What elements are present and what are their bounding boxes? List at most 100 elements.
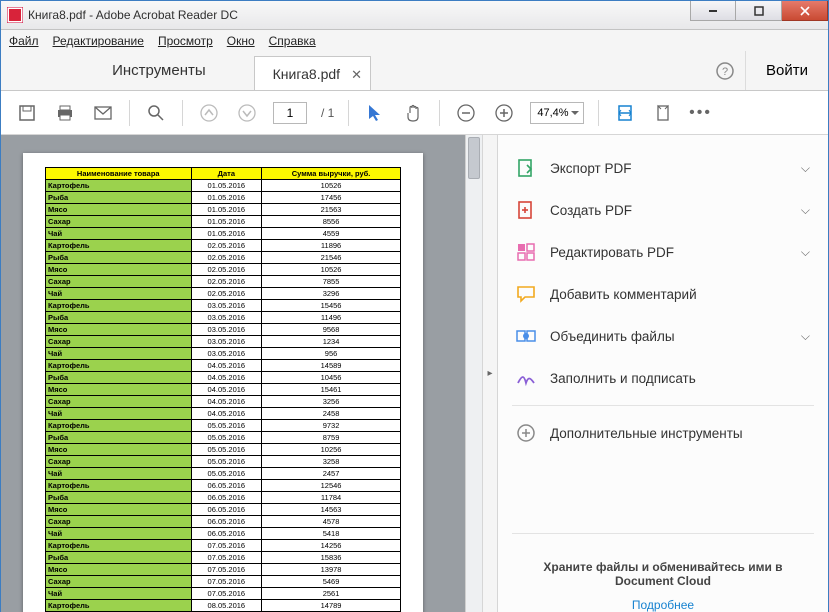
window-title: Книга8.pdf - Adobe Acrobat Reader DC: [28, 8, 238, 22]
table-row: Мясо03.05.20169568: [46, 324, 401, 336]
vertical-scrollbar[interactable]: [465, 135, 482, 612]
create-pdf-icon: [516, 200, 536, 220]
table-row: Чай07.05.20162561: [46, 588, 401, 600]
hand-icon: [404, 104, 422, 122]
comment-icon: [516, 284, 536, 304]
fit-width-icon: [616, 104, 634, 122]
print-button[interactable]: [53, 101, 77, 125]
document-area[interactable]: Наименование товара Дата Сумма выручки, …: [1, 135, 482, 612]
ellipsis-icon: •••: [689, 104, 712, 122]
table-row: Картофель04.05.201614589: [46, 360, 401, 372]
table-row: Картофель06.05.201612546: [46, 480, 401, 492]
data-table: Наименование товара Дата Сумма выручки, …: [45, 167, 401, 612]
table-row: Картофель02.05.201611896: [46, 240, 401, 252]
menu-window[interactable]: Окно: [227, 34, 255, 48]
tab-tools[interactable]: Инструменты: [94, 51, 224, 90]
cloud-promo: Храните файлы и обменивайтесь ими в Docu…: [498, 540, 828, 612]
table-row: Чай06.05.20165418: [46, 528, 401, 540]
help-button[interactable]: ?: [705, 51, 745, 90]
tool-more[interactable]: Дополнительные инструменты: [498, 412, 828, 454]
table-row: Мясо06.05.201614563: [46, 504, 401, 516]
chevron-down-icon: ⌵: [801, 203, 810, 218]
table-row: Сахар06.05.20164578: [46, 516, 401, 528]
table-row: Мясо01.05.201621563: [46, 204, 401, 216]
plus-circle-icon: [495, 104, 513, 122]
table-row: Чай03.05.2016956: [46, 348, 401, 360]
email-button[interactable]: [91, 101, 115, 125]
arrow-down-icon: [238, 104, 256, 122]
pdf-page: Наименование товара Дата Сумма выручки, …: [23, 153, 423, 612]
menu-bar: Файл Редактирование Просмотр Окно Справк…: [1, 30, 828, 51]
sign-in-button[interactable]: Войти: [745, 51, 828, 90]
chevron-down-icon: ⌵: [801, 245, 810, 260]
prev-page-button[interactable]: [197, 101, 221, 125]
table-row: Картофель08.05.201614789: [46, 600, 401, 612]
table-row: Сахар07.05.20165469: [46, 576, 401, 588]
table-row: Рыба04.05.201610456: [46, 372, 401, 384]
tool-create-pdf[interactable]: Создать PDF ⌵: [498, 189, 828, 231]
menu-edit[interactable]: Редактирование: [53, 34, 144, 48]
save-button[interactable]: [15, 101, 39, 125]
tool-combine-files[interactable]: Объединить файлы ⌵: [498, 315, 828, 357]
next-page-button[interactable]: [235, 101, 259, 125]
plus-circle-icon: [516, 423, 536, 443]
tool-add-comment[interactable]: Добавить комментарий: [498, 273, 828, 315]
minus-circle-icon: [457, 104, 475, 122]
zoom-out-button[interactable]: [454, 101, 478, 125]
table-row: Рыба05.05.20168759: [46, 432, 401, 444]
tab-close-icon[interactable]: ✕: [351, 67, 362, 83]
cursor-icon: [367, 104, 383, 122]
minimize-button[interactable]: [690, 1, 736, 21]
table-row: Сахар03.05.20161234: [46, 336, 401, 348]
table-row: Рыба07.05.201615836: [46, 552, 401, 564]
mail-icon: [93, 105, 113, 121]
menu-view[interactable]: Просмотр: [158, 34, 213, 48]
table-row: Мясо04.05.201615461: [46, 384, 401, 396]
fit-page-button[interactable]: [651, 101, 675, 125]
table-row: Сахар04.05.20163256: [46, 396, 401, 408]
table-row: Сахар01.05.20168556: [46, 216, 401, 228]
page-number-input[interactable]: [273, 102, 307, 124]
title-bar: Книга8.pdf - Adobe Acrobat Reader DC: [1, 1, 828, 30]
app-icon: [7, 7, 23, 23]
search-button[interactable]: [144, 101, 168, 125]
edit-pdf-icon: [516, 242, 536, 262]
table-row: Картофель07.05.201614256: [46, 540, 401, 552]
scrollbar-thumb[interactable]: [468, 137, 480, 179]
table-row: Чай05.05.20162457: [46, 468, 401, 480]
fit-page-icon: [654, 104, 672, 122]
table-row: Чай04.05.20162458: [46, 408, 401, 420]
page-total: / 1: [321, 106, 334, 120]
tool-edit-pdf[interactable]: Редактировать PDF ⌵: [498, 231, 828, 273]
tool-fill-sign[interactable]: Заполнить и подписать: [498, 357, 828, 399]
tab-document[interactable]: Книга8.pdf ✕: [254, 56, 371, 90]
more-tools-button[interactable]: •••: [689, 101, 713, 125]
close-button[interactable]: [782, 1, 828, 21]
print-icon: [55, 104, 75, 122]
tab-bar: Главная Инструменты Книга8.pdf ✕ ? Войти: [1, 51, 828, 91]
menu-file[interactable]: Файл: [9, 34, 39, 48]
zoom-select[interactable]: 47,4%: [530, 102, 583, 124]
table-row: Мясо02.05.201610526: [46, 264, 401, 276]
cloud-learn-more-link[interactable]: Подробнее: [518, 598, 808, 612]
panel-collapse-handle[interactable]: ▸: [482, 135, 498, 612]
maximize-button[interactable]: [736, 1, 782, 21]
col-sum: Сумма выручки, руб.: [262, 168, 401, 180]
table-row: Сахар02.05.20167855: [46, 276, 401, 288]
tools-panel: Экспорт PDF ⌵ Создать PDF ⌵ Редактироват…: [498, 135, 828, 612]
table-row: Рыба06.05.201611784: [46, 492, 401, 504]
selection-tool[interactable]: [363, 101, 387, 125]
table-row: Картофель01.05.201610526: [46, 180, 401, 192]
fill-sign-icon: [516, 368, 536, 388]
fit-width-button[interactable]: [613, 101, 637, 125]
table-row: Мясо07.05.201613978: [46, 564, 401, 576]
table-row: Мясо05.05.201610256: [46, 444, 401, 456]
chevron-down-icon: ⌵: [801, 329, 810, 344]
chevron-down-icon: ⌵: [801, 161, 810, 176]
menu-help[interactable]: Справка: [269, 34, 316, 48]
chevron-right-icon: ▸: [487, 368, 492, 379]
zoom-in-button[interactable]: [492, 101, 516, 125]
table-row: Картофель03.05.201615456: [46, 300, 401, 312]
hand-tool[interactable]: [401, 101, 425, 125]
tool-export-pdf[interactable]: Экспорт PDF ⌵: [498, 147, 828, 189]
